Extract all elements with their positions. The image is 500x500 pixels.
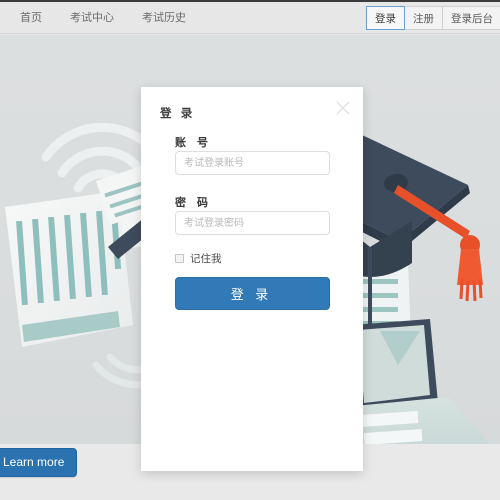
account-input[interactable] (175, 151, 330, 175)
remember-me-label: 记住我 (190, 253, 222, 265)
nav-item-exam-center[interactable]: 考试中心 (56, 2, 128, 34)
password-input[interactable] (175, 211, 330, 235)
login-button[interactable]: 登录 (366, 6, 405, 30)
navbar: 首页 考试中心 考试历史 登录 注册 登录后台 (0, 2, 500, 34)
nav-item-home[interactable]: 首页 (6, 2, 56, 34)
close-icon[interactable] (335, 100, 351, 116)
modal-title: 登 录 (160, 108, 196, 120)
account-label: 账 号 (175, 137, 213, 149)
navbar-links: 首页 考试中心 考试历史 (6, 2, 200, 34)
navbar-auth-buttons: 登录 注册 登录后台 (366, 6, 500, 30)
learn-more-button[interactable]: Learn more (0, 448, 78, 477)
submit-login-button[interactable]: 登 录 (175, 277, 330, 310)
page-root: 首页 考试中心 考试历史 登录 注册 登录后台 Learn more 登 录 账… (0, 0, 500, 500)
laptop (344, 319, 491, 444)
login-modal: 登 录 账 号 密 码 记住我 登 录 (141, 87, 363, 471)
password-label: 密 码 (175, 197, 213, 209)
remember-me-row[interactable]: 记住我 (175, 251, 222, 266)
register-button[interactable]: 注册 (404, 6, 443, 30)
admin-login-button[interactable]: 登录后台 (442, 6, 500, 30)
close-icon-glyph (336, 101, 350, 115)
remember-me-checkbox[interactable] (175, 254, 184, 263)
nav-item-exam-history[interactable]: 考试历史 (128, 2, 200, 34)
